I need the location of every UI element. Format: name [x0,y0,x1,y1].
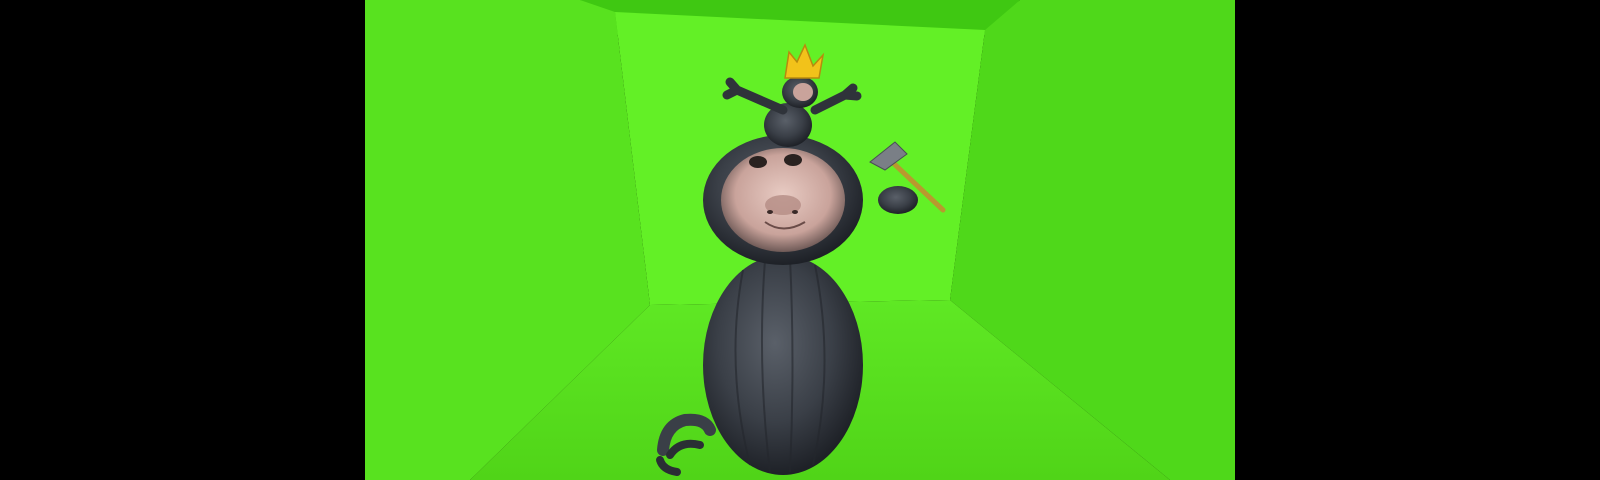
game-viewport[interactable] [365,0,1235,480]
floating-hand [878,186,918,214]
scene-canvas [365,0,1235,480]
letterbox-left [0,0,365,480]
letterbox-right [1235,0,1600,480]
right-eye [784,154,802,166]
face [721,148,845,252]
left-eye [749,156,767,168]
lower-body [703,255,863,475]
